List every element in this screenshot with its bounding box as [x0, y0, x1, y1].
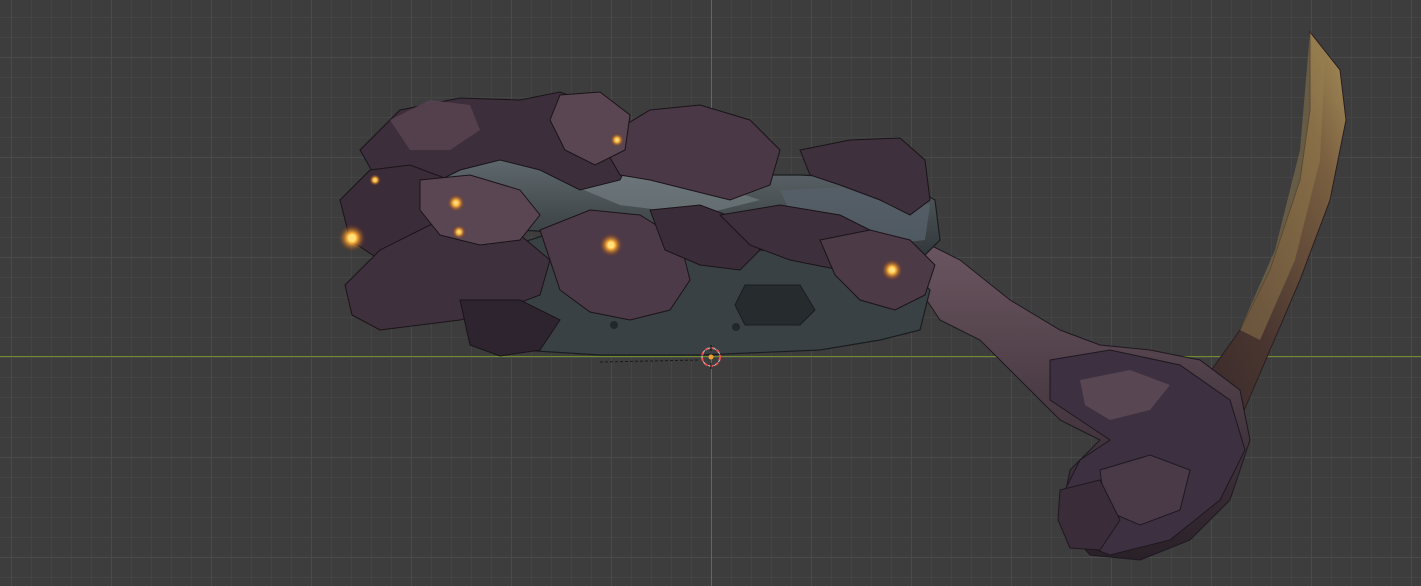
- armor-bolt-1: [610, 321, 618, 329]
- 3d-cursor-icon[interactable]: [699, 345, 723, 369]
- 3d-viewport[interactable]: [0, 0, 1421, 586]
- creature-arm-model[interactable]: [0, 0, 1421, 586]
- armor-panel-slot: [734, 284, 816, 326]
- origin-dash-line: [599, 359, 701, 363]
- armor-bolt-2: [732, 323, 740, 331]
